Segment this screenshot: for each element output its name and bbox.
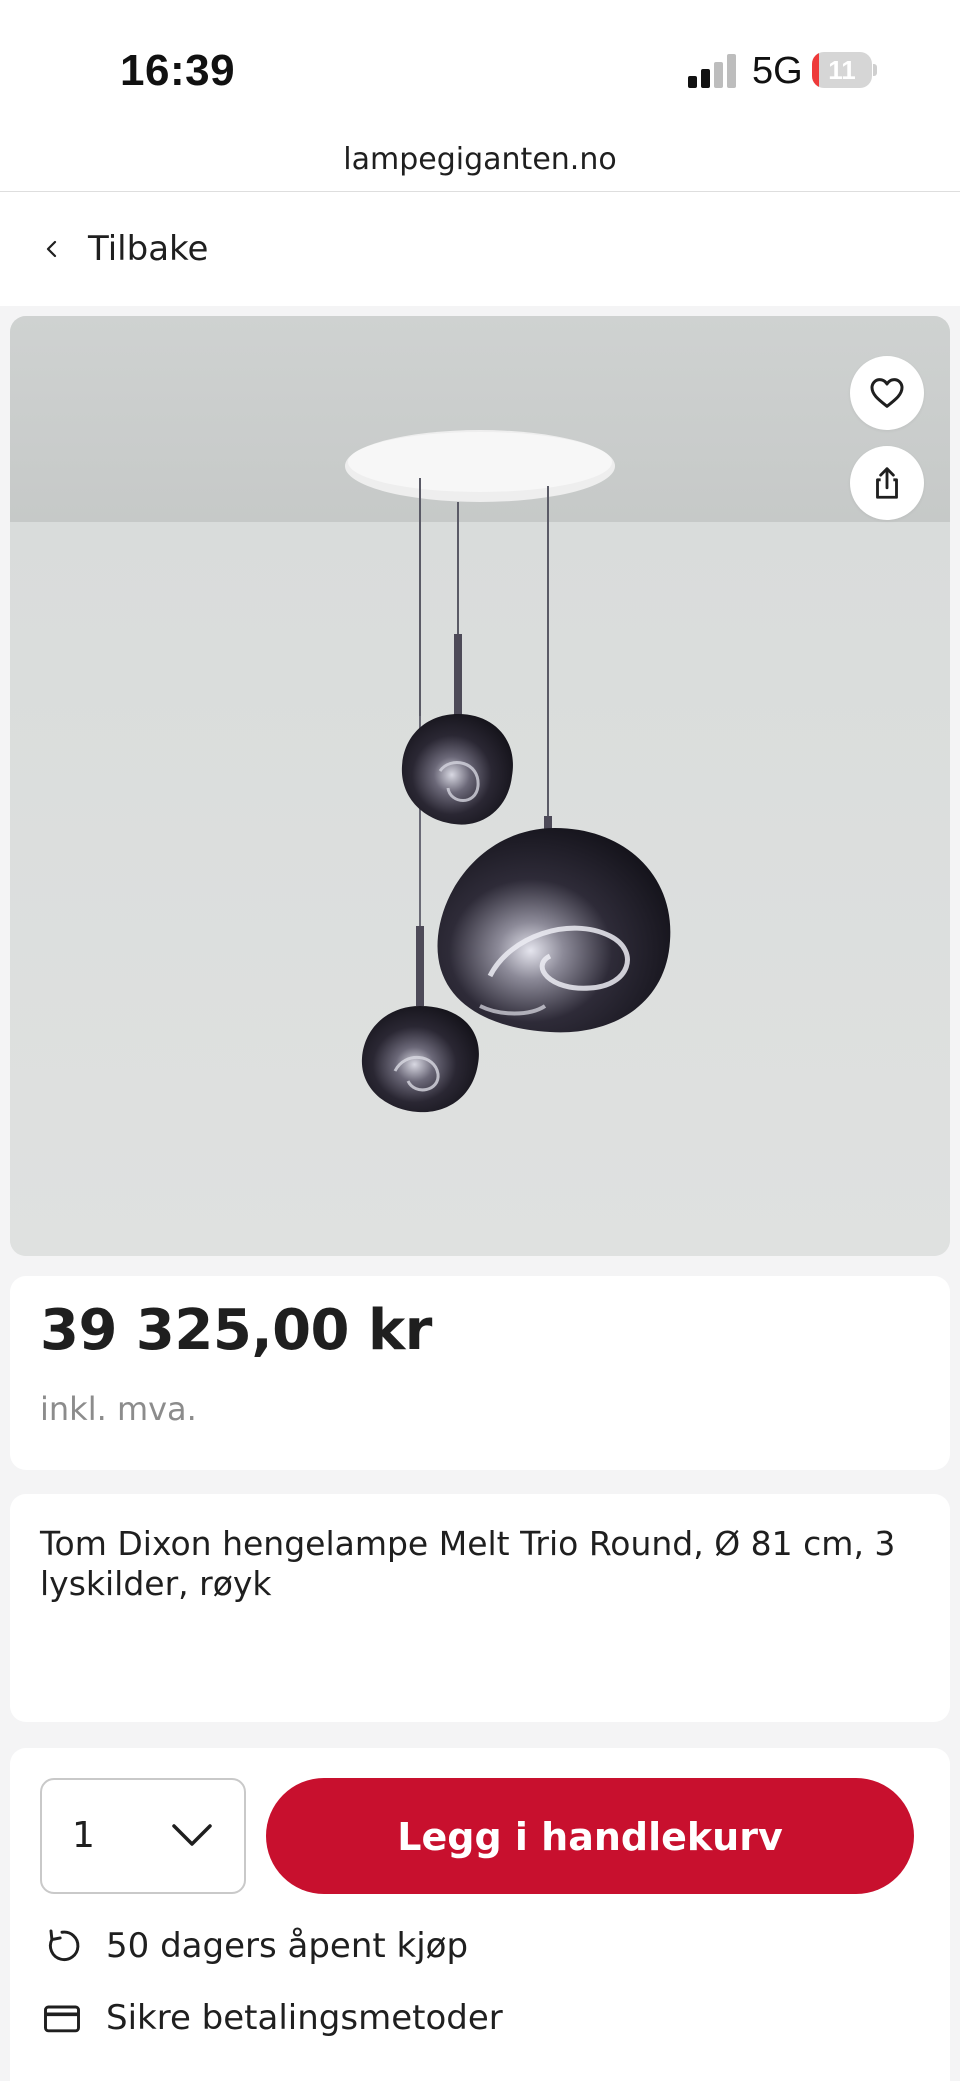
quantity-value: 1 [72, 1815, 95, 1856]
product-price: 39 325,00 kr [40, 1298, 432, 1363]
share-icon [876, 467, 898, 499]
quantity-select[interactable]: 1 [40, 1778, 246, 1894]
heart-icon [870, 378, 904, 408]
chevron-left-icon [46, 240, 57, 258]
vat-note: inkl. mva. [40, 1390, 197, 1428]
product-image-card [10, 316, 950, 1256]
battery-icon: 11 [812, 52, 877, 88]
product-image[interactable] [10, 316, 950, 1256]
benefit-label: 50 dagers åpent kjøp [106, 1926, 469, 1966]
credit-card-icon [40, 1996, 84, 2040]
benefit-open-purchase: 50 dagers åpent kjøp [40, 1924, 468, 1968]
status-bar: 16:39 5G 11 [0, 0, 960, 130]
status-time: 16:39 [120, 46, 236, 95]
purchase-card: 1 Legg i handlekurv 50 dagers åpent kjøp… [10, 1748, 950, 2081]
title-card: Tom Dixon hengelampe Melt Trio Round, Ø … [10, 1494, 950, 1722]
url-bar[interactable]: lampegiganten.no [0, 130, 960, 192]
benefit-secure-payment: Sikre betalingsmetoder [40, 1996, 503, 2040]
benefit-label: Sikre betalingsmetoder [106, 1998, 503, 2038]
product-title: Tom Dixon hengelampe Melt Trio Round, Ø … [40, 1524, 896, 1603]
nav-bar: Tilbake [0, 192, 960, 306]
battery-level: 11 [828, 55, 856, 85]
signal-icon [688, 54, 736, 88]
network-label: 5G [752, 50, 803, 92]
chevron-down-icon [172, 1824, 212, 1846]
back-button[interactable]: Tilbake [40, 220, 208, 278]
add-to-cart-button[interactable]: Legg i handlekurv [266, 1778, 914, 1894]
share-button[interactable] [850, 446, 924, 520]
back-label: Tilbake [88, 229, 209, 269]
return-arrow-icon [40, 1924, 84, 1968]
favorite-button[interactable] [850, 356, 924, 430]
price-card: 39 325,00 kr inkl. mva. [10, 1276, 950, 1470]
